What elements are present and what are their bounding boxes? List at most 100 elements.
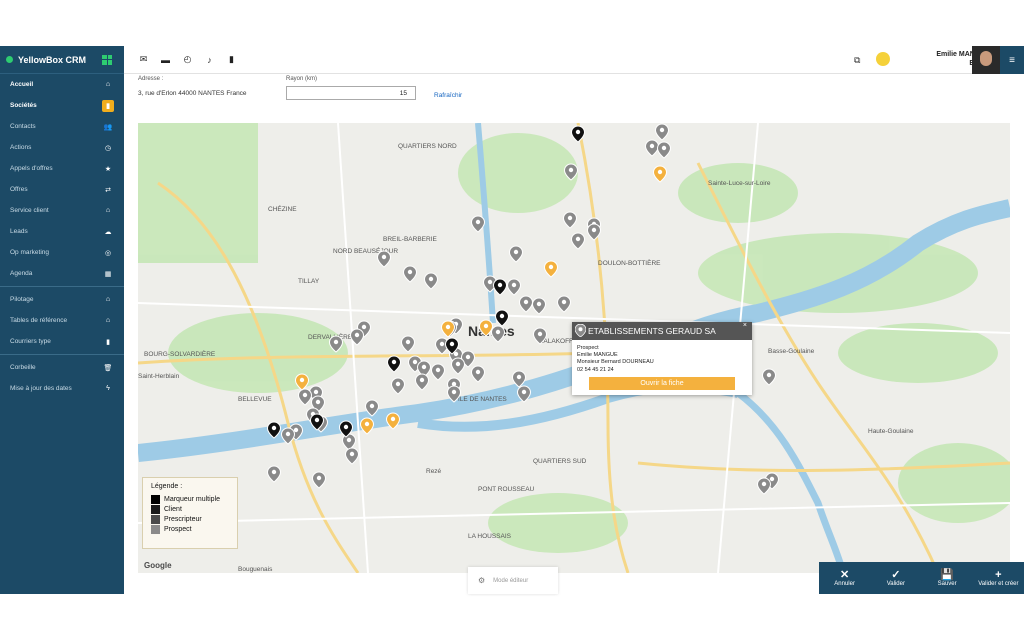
map-marker[interactable] [341,433,357,451]
map-marker[interactable] [414,373,430,391]
editor-mode-label: Mode éditeur [493,577,529,584]
legend-swatch [151,524,160,534]
sidebar-item[interactable]: Offres ⇄ [0,179,124,200]
radius-label: Rayon (km) [286,76,318,82]
map-marker[interactable] [656,141,672,159]
weather-icon [876,52,890,66]
sidebar-item[interactable]: Appels d'offres ★ [0,158,124,179]
open-record-button[interactable]: Ouvrir la fiche [589,377,735,390]
sidebar-item-label: Accueil [10,81,34,88]
radius-input[interactable]: 15 [286,86,416,100]
map-marker[interactable] [761,368,777,386]
save-button[interactable]: 💾 Sauver [922,562,973,594]
cancel-button[interactable]: ✕ Annuler [819,562,870,594]
validate-and-create-button[interactable]: + Valider et créer [973,562,1024,594]
map-marker[interactable] [344,447,360,465]
map-place-label: TILLAY [298,278,320,285]
map-marker[interactable] [492,278,508,296]
map-marker[interactable] [376,250,392,268]
map[interactable]: NantesQUARTIERS NORDBREIL-BARBERIENORD B… [138,123,1010,573]
map-marker[interactable] [570,232,586,250]
document-icon: ▮ [106,338,110,346]
legend-item: Client [151,504,229,514]
map-marker[interactable] [756,477,772,495]
map-place-label: BREIL-BARBERIE [383,236,437,243]
map-marker[interactable] [266,465,282,483]
popup-title: ETABLISSEMENTS GERAUD SA [588,326,716,336]
map-marker[interactable] [400,335,416,353]
legend-label: Marqueur multiple [164,495,221,503]
map-marker[interactable] [423,272,439,290]
sidebar-item[interactable]: Op marketing ◎ [0,242,124,263]
sidebar-item[interactable]: Tables de référence ⌂ [0,310,124,331]
map-marker[interactable] [652,165,668,183]
apps-grid-icon[interactable] [102,54,112,65]
map-marker[interactable] [294,373,310,391]
map-marker[interactable] [364,399,380,417]
map-marker[interactable] [470,215,486,233]
map-marker[interactable] [359,417,375,435]
map-marker[interactable] [311,471,327,489]
legend-swatch [151,504,160,514]
sidebar-item[interactable]: Actions ◷ [0,137,124,158]
chat-icon[interactable]: ▬ [160,54,171,65]
validate-button[interactable]: ✓ Valider [870,562,921,594]
map-marker[interactable] [556,295,572,313]
map-marker[interactable] [328,335,344,353]
map-marker[interactable] [490,325,506,343]
sidebar-item[interactable]: Accueil ⌂ [0,74,124,95]
sidebar-item[interactable]: Pilotage ⌂ [0,289,124,310]
editor-mode-toggle[interactable]: ⚙ Mode éditeur [468,567,558,594]
map-marker[interactable] [470,365,486,383]
clock-icon: ◷ [104,144,112,152]
sidebar-item-label: Contacts [10,123,36,130]
map-marker[interactable] [385,412,401,430]
map-marker[interactable] [450,357,466,375]
map-marker[interactable] [506,278,522,296]
map-marker[interactable] [280,427,296,445]
sidebar-item[interactable]: Agenda ▦ [0,263,124,284]
legend-item: Prospect [151,524,229,534]
mail-icon[interactable]: ✉ [138,54,149,65]
map-place-label: BOURG-SOLVARDIÈRE [144,349,216,358]
map-marker[interactable] [586,223,602,241]
trash-icon: 🗑 [103,364,113,372]
sidebar-item[interactable]: Courriers type ▮ [0,331,124,352]
map-marker[interactable] [297,388,313,406]
info-popup: ETABLISSEMENTS GERAUD SA × Prospect Emil… [572,322,752,395]
map-marker[interactable] [518,295,534,313]
bookmark-icon[interactable]: ▮ [226,54,237,65]
map-marker[interactable] [570,125,586,143]
map-marker[interactable] [386,355,402,373]
map-marker[interactable] [543,260,559,278]
map-marker[interactable] [508,245,524,263]
action-label: Valider et créer [978,581,1019,587]
map-marker[interactable] [511,370,527,388]
map-marker[interactable] [430,363,446,381]
map-marker[interactable] [644,139,660,157]
sidebar-item[interactable]: Contacts 👥 [0,116,124,137]
map-marker[interactable] [402,265,418,283]
map-marker[interactable] [349,328,365,346]
map-marker[interactable] [266,421,282,439]
sidebar-item[interactable]: Leads ☁ [0,221,124,242]
sidebar-item[interactable]: Corbeille 🗑 [0,357,124,378]
map-marker[interactable] [654,123,670,141]
avatar[interactable] [972,46,1000,74]
popup-header: ETABLISSEMENTS GERAUD SA × [572,322,752,340]
dashboard-icon[interactable]: ◴ [182,54,193,65]
close-icon[interactable]: × [743,322,747,329]
sidebar-item[interactable]: Sociétés ▮ [0,95,124,116]
sidebar-item[interactable]: Mise à jour des dates ϟ [0,378,124,399]
map-marker[interactable] [563,163,579,181]
menu-icon[interactable]: ≡ [1000,46,1024,74]
map-marker[interactable] [516,385,532,403]
map-marker[interactable] [390,377,406,395]
map-marker[interactable] [562,211,578,229]
sidebar-item[interactable]: Service client ⌂ [0,200,124,221]
refresh-link[interactable]: Rafraîchir [434,92,462,99]
copy-icon[interactable]: ⧉ [854,55,860,66]
legend-label: Client [164,505,182,513]
map-marker[interactable] [531,297,547,315]
bell-icon[interactable]: ♪ [204,54,215,65]
